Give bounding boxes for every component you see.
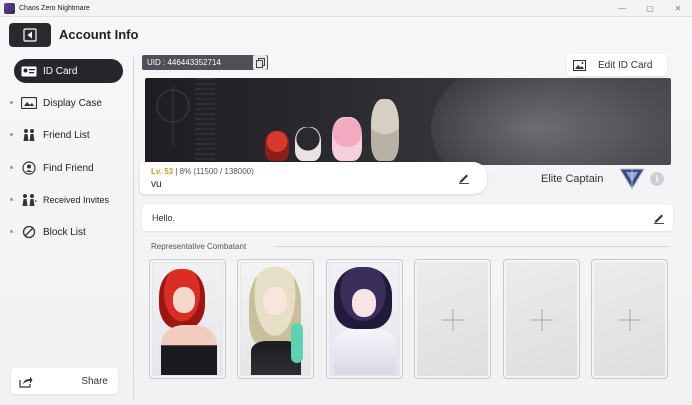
representative-combatant-label: Representative Combatant (151, 242, 247, 251)
greeting-message-box[interactable]: Hello. (142, 205, 673, 231)
edit-name-pencil-icon[interactable] (458, 172, 470, 184)
back-button[interactable] (9, 23, 51, 47)
uid-text: UID : 446443352714 (147, 58, 221, 67)
sidebar-item-block-list[interactable]: Block List (14, 220, 123, 244)
chibi-dark-character (295, 127, 321, 161)
add-combatant-icon (442, 309, 464, 331)
banner-stripe-decoration (195, 78, 215, 165)
sidebar-bullet (10, 133, 13, 136)
sidebar-item-display-case[interactable]: Display Case (14, 91, 123, 115)
combatant-slot-3[interactable] (326, 259, 403, 379)
sidebar-item-label: Display Case (43, 97, 102, 109)
id-card-banner (145, 78, 671, 165)
combatant-slot-4[interactable] (414, 259, 491, 379)
share-icon (19, 376, 33, 388)
rank-emblem-icon (619, 168, 645, 190)
window-titlebar: Chaos Zero Nightmare — ▢ ✕ (0, 0, 692, 17)
share-label: Share (81, 375, 108, 387)
friends-icon (20, 128, 38, 142)
player-name: vu (151, 179, 162, 190)
banner-circle-decoration (156, 86, 190, 146)
blonde-horned-combatant-portrait (241, 263, 310, 375)
page-title: Account Info (59, 27, 139, 42)
rank-info-icon[interactable]: i (650, 172, 664, 186)
sidebar-item-label: Received Invites (43, 195, 110, 205)
back-arrow-icon (23, 28, 37, 42)
id-card-icon (20, 64, 38, 78)
sidebar-item-label: Block List (43, 226, 86, 238)
sidebar-bullet (10, 198, 13, 201)
section-divider (274, 246, 670, 247)
app-icon (4, 2, 15, 14)
copy-uid-button[interactable] (253, 55, 267, 70)
edit-id-card-label: Edit ID Card (598, 59, 653, 71)
window-controls: — ▢ ✕ (608, 0, 692, 17)
uid-badge: UID : 446443352714 (142, 55, 268, 70)
find-friend-icon (20, 161, 38, 175)
combatant-slot-5[interactable] (503, 259, 580, 379)
combatant-slot-1[interactable] (149, 259, 226, 379)
greeting-text: Hello. (152, 213, 176, 223)
sidebar-item-label: Find Friend (43, 162, 94, 174)
sidebar-divider (133, 57, 134, 400)
sidebar-item-received-invites[interactable]: Received Invites (14, 188, 123, 212)
sidebar-item-label: Friend List (43, 129, 90, 141)
sidebar-bullet (10, 230, 13, 233)
close-button[interactable]: ✕ (664, 0, 692, 17)
combatant-slot-2[interactable] (237, 259, 314, 379)
sidebar-item-friend-list[interactable]: Friend List (14, 123, 123, 147)
maximize-button[interactable]: ▢ (636, 0, 664, 17)
block-icon (20, 225, 38, 239)
edit-id-card-button[interactable]: Edit ID Card (567, 54, 667, 76)
minimize-button[interactable]: — (608, 0, 636, 17)
invites-icon (20, 193, 38, 207)
combatant-slot-6[interactable] (591, 259, 668, 379)
rank-title: Elite Captain (541, 173, 604, 185)
level-line: Lv. 53 | 8% (11500 / 138000) (151, 167, 254, 176)
player-level: Lv. 53 (151, 167, 174, 176)
chibi-pink-character (332, 117, 362, 161)
edit-greeting-pencil-icon[interactable] (653, 212, 665, 224)
purple-haired-combatant-portrait (330, 263, 399, 375)
image-icon (573, 59, 586, 71)
chibi-red-character (265, 131, 289, 161)
chibi-white-character (371, 99, 399, 161)
sidebar-bullet (10, 166, 13, 169)
sidebar-item-id-card[interactable]: ID Card (14, 59, 123, 83)
add-combatant-icon (531, 309, 553, 331)
sidebar-item-label: ID Card (43, 65, 78, 77)
exp-progress-text: | 8% (11500 / 138000) (175, 167, 254, 176)
share-button[interactable]: Share (11, 368, 118, 394)
window-title: Chaos Zero Nightmare (19, 4, 90, 12)
player-level-card: Lv. 53 | 8% (11500 / 138000) vu (140, 162, 487, 194)
banner-swirl-decoration (431, 78, 671, 165)
copy-icon (255, 57, 265, 68)
add-combatant-icon (619, 309, 641, 331)
sidebar-bullet (10, 101, 13, 104)
sidebar-item-find-friend[interactable]: Find Friend (14, 156, 123, 180)
display-case-icon (20, 96, 38, 110)
red-haired-combatant-portrait (153, 263, 222, 375)
